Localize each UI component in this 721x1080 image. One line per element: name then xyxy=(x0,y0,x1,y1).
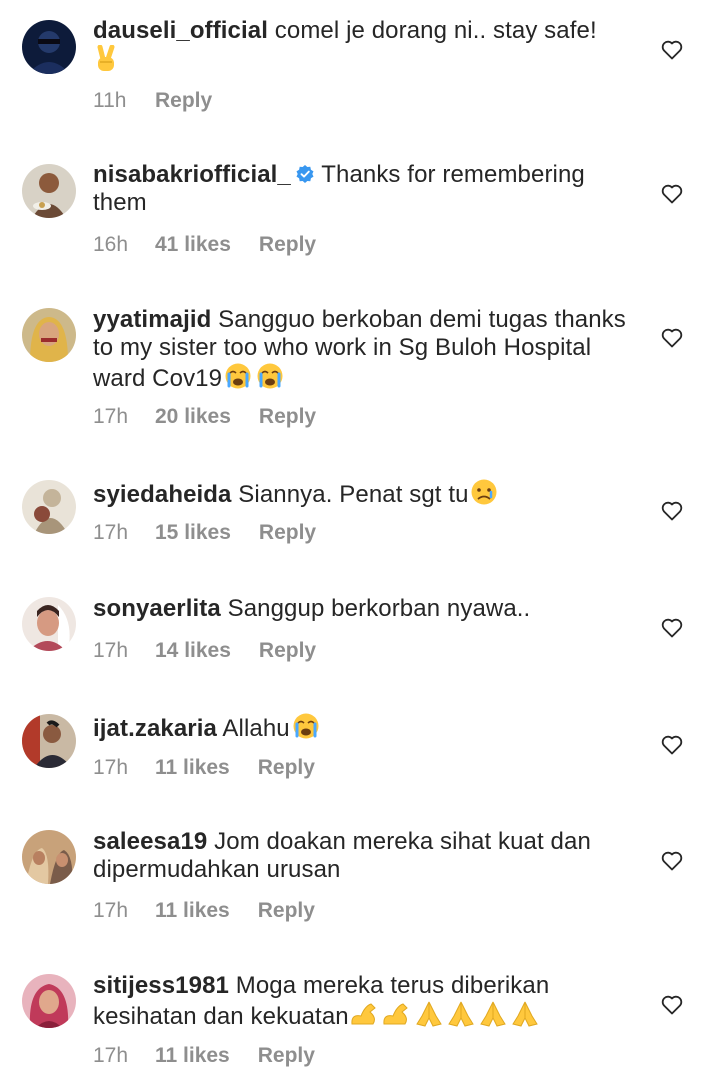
comment-time: 17h xyxy=(93,405,129,428)
heart-icon[interactable] xyxy=(661,40,683,60)
comment-meta: 17h 15 likes Reply xyxy=(93,521,316,545)
comment-time: 17h xyxy=(93,521,129,544)
comment-username[interactable]: nisabakriofficial_ xyxy=(93,161,291,188)
reply-button[interactable]: Reply xyxy=(155,89,212,113)
folded-hands-icon xyxy=(445,1000,477,1035)
avatar[interactable] xyxy=(22,480,76,534)
avatar[interactable] xyxy=(22,597,76,651)
avatar[interactable] xyxy=(22,164,76,218)
heart-icon[interactable] xyxy=(661,735,683,755)
comment-meta: 17h 11 likes Reply xyxy=(93,899,315,923)
comment-body: Sanggup berkorban nyawa.. xyxy=(227,595,531,622)
comment-item: nisabakriofficial_ Thanks for rememberin… xyxy=(0,140,721,290)
heart-icon[interactable] xyxy=(661,851,683,871)
comment-text: syiedaheida Siannya. Penat sgt tu xyxy=(93,478,638,513)
comment-item: ijat.zakaria Allahu 17h 11 likes Reply xyxy=(0,695,721,812)
comment-username[interactable]: syiedaheida xyxy=(93,481,232,508)
reply-button[interactable]: Reply xyxy=(259,639,316,663)
comment-item: sitijess1981 Moga mereka terus diberikan… xyxy=(0,957,721,1080)
comment-body: Allahu xyxy=(222,715,290,742)
comment-meta: 17h 11 likes Reply xyxy=(93,1044,315,1068)
comment-item: dauseli_official comel je dorang ni.. st… xyxy=(0,0,721,140)
comment-text: yyatimajid Sangguo berkoban demi tugas t… xyxy=(93,306,638,397)
likes-count[interactable]: 41 likes xyxy=(155,233,231,257)
comment-time: 16h xyxy=(93,233,129,256)
comment-text: ijat.zakaria Allahu xyxy=(93,712,638,747)
reply-button[interactable]: Reply xyxy=(258,899,315,923)
comment-meta: 16h 41 likes Reply xyxy=(93,233,316,257)
folded-hands-icon xyxy=(413,1000,445,1035)
folded-hands-icon xyxy=(509,1000,541,1035)
comment-item: saleesa19 Jom doakan mereka sihat kuat d… xyxy=(0,812,721,957)
verified-badge-icon xyxy=(296,165,314,183)
comment-username[interactable]: sonyaerlita xyxy=(93,595,221,622)
sad-face-icon xyxy=(469,478,499,513)
comment-time: 17h xyxy=(93,899,129,922)
flexed-biceps-icon xyxy=(349,1000,381,1035)
victory-hand-icon xyxy=(93,44,119,80)
crying-face-icon xyxy=(254,362,286,397)
heart-icon[interactable] xyxy=(661,328,683,348)
reply-button[interactable]: Reply xyxy=(259,233,316,257)
comment-meta: 11h Reply xyxy=(93,89,212,113)
crying-face-icon xyxy=(290,712,322,747)
likes-count[interactable]: 20 likes xyxy=(155,405,231,429)
heart-icon[interactable] xyxy=(661,184,683,204)
comment-body: comel je dorang ni.. stay safe! xyxy=(274,17,597,44)
avatar[interactable] xyxy=(22,974,76,1028)
comment-username[interactable]: dauseli_official xyxy=(93,17,268,44)
heart-icon[interactable] xyxy=(661,995,683,1015)
avatar[interactable] xyxy=(22,308,76,362)
likes-count[interactable]: 11 likes xyxy=(155,1044,230,1068)
comment-text: dauseli_official comel je dorang ni.. st… xyxy=(93,17,638,80)
avatar[interactable] xyxy=(22,830,76,884)
comment-meta: 17h 14 likes Reply xyxy=(93,639,316,663)
reply-button[interactable]: Reply xyxy=(258,1044,315,1068)
comment-text: sitijess1981 Moga mereka terus diberikan… xyxy=(93,972,638,1035)
comment-meta: 17h 20 likes Reply xyxy=(93,405,316,429)
avatar[interactable] xyxy=(22,714,76,768)
comment-item: syiedaheida Siannya. Penat sgt tu 17h 15 … xyxy=(0,460,721,578)
comment-text: sonyaerlita Sanggup berkorban nyawa.. xyxy=(93,595,638,623)
crying-face-icon xyxy=(222,362,254,397)
comment-meta: 17h 11 likes Reply xyxy=(93,756,315,780)
avatar[interactable] xyxy=(22,20,76,74)
reply-button[interactable]: Reply xyxy=(259,405,316,429)
likes-count[interactable]: 14 likes xyxy=(155,639,231,663)
likes-count[interactable]: 11 likes xyxy=(155,899,230,923)
comment-body: Siannya. Penat sgt tu xyxy=(238,481,469,508)
comment-username[interactable]: saleesa19 xyxy=(93,828,207,855)
comment-text: saleesa19 Jom doakan mereka sihat kuat d… xyxy=(93,828,638,884)
comment-time: 17h xyxy=(93,1044,129,1067)
likes-count[interactable]: 11 likes xyxy=(155,756,230,780)
comment-text: nisabakriofficial_ Thanks for rememberin… xyxy=(93,161,638,217)
heart-icon[interactable] xyxy=(661,501,683,521)
comment-item: sonyaerlita Sanggup berkorban nyawa.. 17… xyxy=(0,578,721,695)
reply-button[interactable]: Reply xyxy=(259,521,316,545)
likes-count[interactable]: 15 likes xyxy=(155,521,231,545)
comment-username[interactable]: ijat.zakaria xyxy=(93,715,217,742)
comment-time: 17h xyxy=(93,639,129,662)
heart-icon[interactable] xyxy=(661,618,683,638)
reply-button[interactable]: Reply xyxy=(258,756,315,780)
comment-username[interactable]: sitijess1981 xyxy=(93,972,229,999)
comment-username[interactable]: yyatimajid xyxy=(93,306,211,333)
folded-hands-icon xyxy=(477,1000,509,1035)
flexed-biceps-icon xyxy=(381,1000,413,1035)
comment-time: 11h xyxy=(93,89,127,112)
comment-item: yyatimajid Sangguo berkoban demi tugas t… xyxy=(0,290,721,460)
comment-time: 17h xyxy=(93,756,129,779)
